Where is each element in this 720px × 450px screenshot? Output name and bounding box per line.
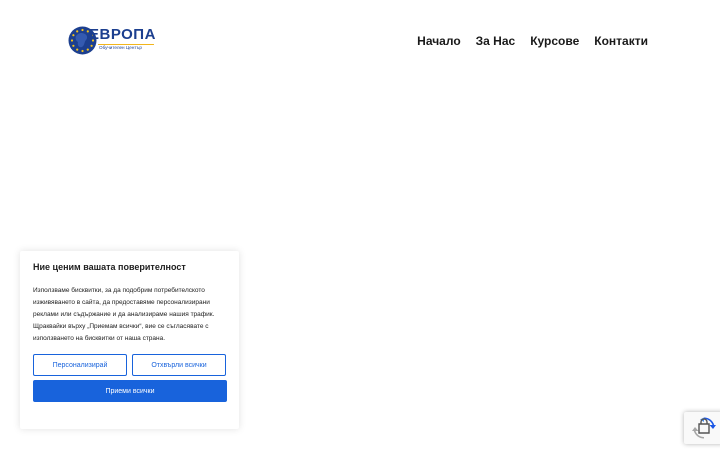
main-nav: Начало За Нас Курсове Контакти [417,33,648,49]
reject-all-button[interactable]: Отхвърли всички [132,354,226,376]
consent-title: Ние ценим вашата поверителност [33,262,186,272]
consent-description: Използваме бисквитки, за да подобрим пот… [33,287,215,342]
site-logo[interactable]: ЕВРОПА Обучителен Център [68,24,158,58]
site-header: ЕВРОПА Обучителен Център Начало За Нас К… [0,0,720,80]
logo-wordmark: ЕВРОПА [89,26,156,43]
recaptcha-badge[interactable] [684,412,720,444]
logo-tagline: Обучителен Център [99,45,142,50]
nav-item-courses[interactable]: Курсове [530,33,579,49]
cookie-consent-dialog: Ние ценим вашата поверителност Използвам… [20,251,239,429]
accept-all-button[interactable]: Приеми всички [33,380,227,402]
nav-item-about[interactable]: За Нас [476,33,516,49]
page: ЕВРОПА Обучителен Център Начало За Нас К… [0,0,720,450]
nav-item-home[interactable]: Начало [417,33,460,49]
recaptcha-icon [692,417,716,439]
consent-button-row: Персонализирай Отхвърли всички [33,354,226,376]
customize-button[interactable]: Персонализирай [33,354,127,376]
nav-item-contacts[interactable]: Контакти [594,33,648,49]
